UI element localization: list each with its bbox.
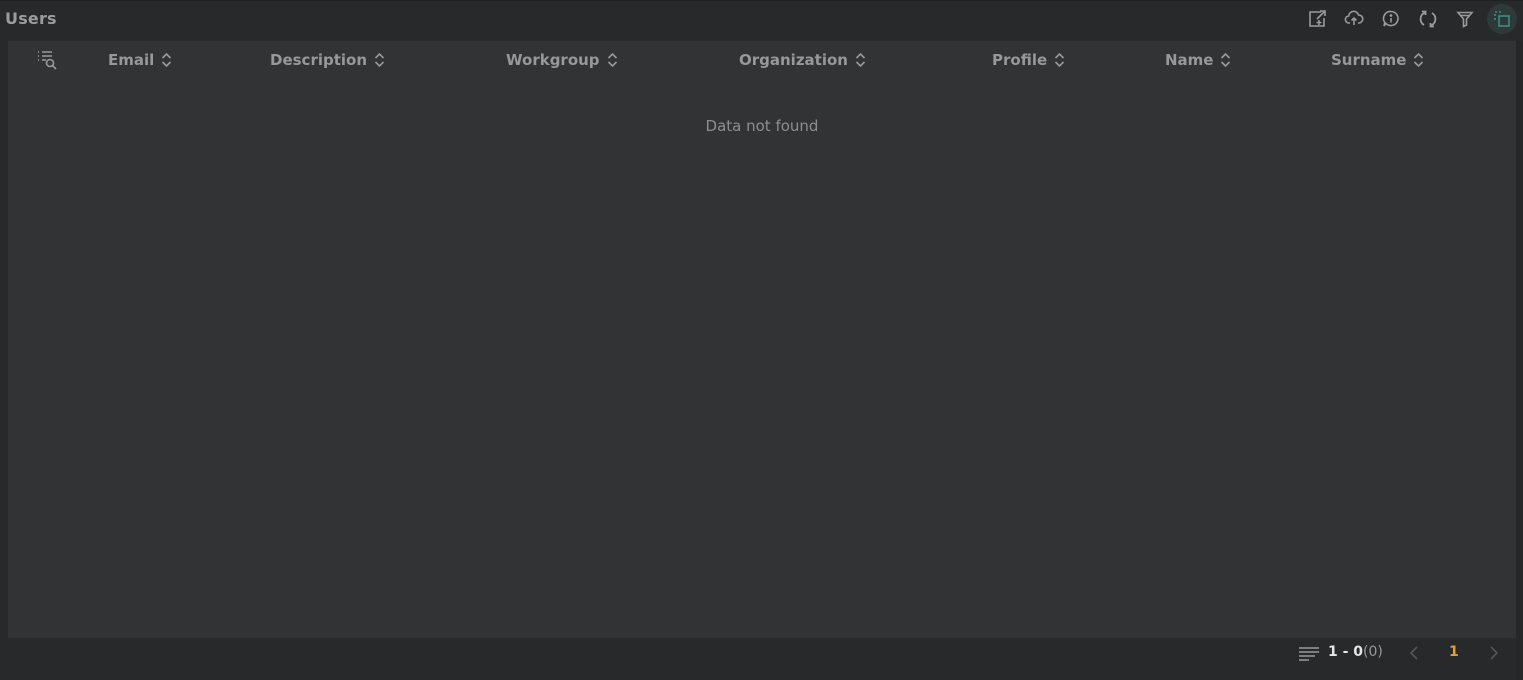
column-label: Email: [108, 51, 155, 69]
range-text: 1 - 0: [1328, 644, 1364, 660]
export-icon: [1309, 10, 1326, 27]
column-label: Surname: [1331, 51, 1407, 69]
sort-icon: [1221, 52, 1231, 68]
current-page[interactable]: 1: [1449, 644, 1459, 660]
column-header-name[interactable]: Name: [1165, 50, 1231, 70]
sort-icon: [1414, 52, 1424, 68]
column-label: Name: [1165, 51, 1214, 69]
users-window: Users Email Description Workgroup Organi…: [0, 0, 1523, 680]
selection-mode-button[interactable]: [1487, 4, 1517, 34]
cloud-upload-icon: [1344, 10, 1364, 25]
column-label: Description: [270, 51, 368, 69]
column-header-profile[interactable]: Profile: [992, 50, 1065, 70]
scrollbar-track[interactable]: [1516, 41, 1523, 680]
column-label: Workgroup: [506, 51, 600, 69]
page-title: Users: [5, 9, 57, 28]
header-bar: Users: [0, 0, 1523, 38]
next-page-button[interactable]: [1487, 644, 1501, 662]
info-button[interactable]: [1376, 4, 1406, 34]
sort-icon: [1055, 52, 1065, 68]
column-header-surname[interactable]: Surname: [1331, 50, 1424, 70]
column-header-workgroup[interactable]: Workgroup: [506, 50, 618, 70]
sort-icon: [855, 52, 866, 68]
toolbar: [1295, 4, 1517, 34]
column-header-description[interactable]: Description: [270, 50, 385, 70]
column-label: Profile: [992, 51, 1048, 69]
filter-button[interactable]: [1450, 4, 1480, 34]
column-header-organization[interactable]: Organization: [739, 50, 866, 70]
refresh-icon: [1419, 10, 1437, 28]
export-button[interactable]: [1302, 4, 1332, 34]
column-header-email[interactable]: Email: [108, 50, 172, 70]
empty-state-message: Data not found: [705, 117, 819, 135]
table-header: Email Description Workgroup Organization…: [8, 41, 1516, 79]
rows-per-page-icon[interactable]: [1298, 646, 1320, 662]
pagination-bar: 1 - 0(0) 1: [0, 638, 1523, 680]
sort-icon: [162, 52, 172, 68]
previous-page-button[interactable]: [1407, 644, 1421, 662]
column-label: Organization: [739, 51, 848, 69]
pagination-range: 1 - 0(0): [1328, 644, 1383, 660]
refresh-button[interactable]: [1413, 4, 1443, 34]
info-icon: [1382, 10, 1399, 27]
sort-icon: [374, 52, 385, 68]
sort-icon: [607, 52, 617, 68]
column-search-icon[interactable]: [36, 49, 58, 71]
upload-button[interactable]: [1339, 4, 1369, 34]
filter-icon: [1456, 11, 1474, 28]
range-total: (0): [1363, 644, 1383, 660]
selection-icon: [1494, 11, 1510, 27]
users-table: Email Description Workgroup Organization…: [8, 41, 1516, 638]
